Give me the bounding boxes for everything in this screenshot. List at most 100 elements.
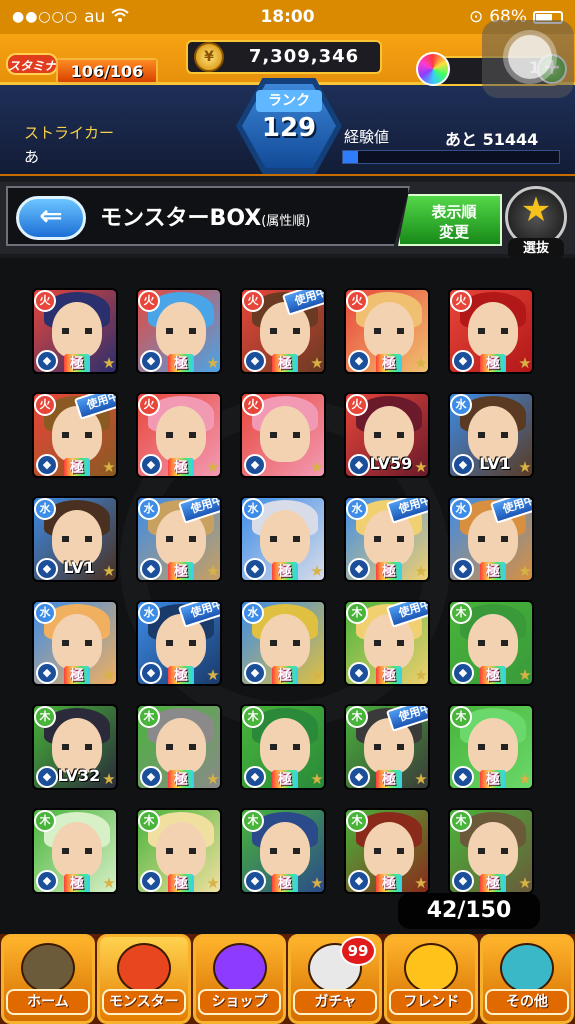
monster-card[interactable]: 木 ◆ ★ 極 [448,704,534,790]
monster-eyes [62,744,92,750]
level-label: LV1 [63,558,95,577]
monster-card[interactable]: 火 ◆ ★ 極 [136,288,222,374]
monster-card[interactable]: 火 ◆ ★ [240,392,326,478]
monster-card[interactable]: 木 ◆ ★ 極 [136,704,222,790]
star-icon: ★ [518,874,532,892]
monster-card[interactable]: 木 ◆ ★ 極 [32,808,118,894]
monster-card[interactable]: 水 ◆ ★ LV1 [448,392,534,478]
monster-card[interactable]: 火 ◆ ★ 極 [32,288,118,374]
star-icon: ★ [206,354,220,372]
monster-card[interactable]: 火 ◆ ★ 極 [136,392,222,478]
wood-element-icon: 木 [450,602,472,624]
monster-card[interactable]: 火 ◆ ★ 極 [344,288,430,374]
rank-label: ランク [256,90,322,112]
monster-card[interactable]: 水 ◆ ★ 極 [240,496,326,582]
kiwami-badge: 極 [168,354,194,372]
monster-card[interactable]: 水 ◆ ★ 極 [240,600,326,686]
star-icon: ★ [310,562,324,580]
nav-label: ショップ [197,989,282,1015]
monster-icon [116,943,171,993]
other-icon [500,943,555,993]
type-icon: ◆ [452,870,474,892]
fire-element-icon: 火 [346,394,368,416]
wood-element-icon: 木 [346,602,368,624]
star-icon: ★ [206,874,220,892]
star-icon: ★ [518,770,532,788]
monster-card[interactable]: 木 ◆ ★ 極 [448,808,534,894]
nav-item-1[interactable]: モンスター [96,934,191,1024]
monster-card[interactable]: 水 ◆ ★ 極 [32,600,118,686]
monster-eyes [62,432,92,438]
sort-hint: (属性順) [261,214,311,229]
kiwami-badge: 極 [64,874,90,892]
box-count: 42/150 [398,893,540,929]
kiwami-badge: 極 [168,874,194,892]
monster-eyes [374,640,404,646]
monster-card[interactable]: 火 ◆ ★ LV59 [344,392,430,478]
sort-order-button[interactable]: 表示順 変更 [398,194,502,246]
monster-card[interactable]: 木 ◆ ★ 極 [136,808,222,894]
assistive-touch-button[interactable] [482,20,574,98]
coin-icon: ¥ [194,42,224,72]
monster-card[interactable]: 火 ◆ ★ 極 [448,288,534,374]
kiwami-badge: 極 [64,666,90,684]
monster-card[interactable]: 木 ◆ ★ 極使用中 [344,600,430,686]
star-icon: ★ [206,562,220,580]
type-icon: ◆ [140,558,162,580]
kiwami-badge: 極 [480,874,506,892]
monster-eyes [478,848,508,854]
wood-element-icon: 木 [346,706,368,728]
star-icon: ★ [414,770,428,788]
clock: 18:00 [260,7,315,27]
type-icon: ◆ [140,870,162,892]
monster-eyes [166,848,196,854]
monster-card[interactable]: 木 ◆ ★ 極 [240,808,326,894]
monster-card[interactable]: 火 ◆ ★ 極使用中 [240,288,326,374]
monster-eyes [270,640,300,646]
type-icon: ◆ [348,870,370,892]
star-icon: ★ [102,874,116,892]
nav-label: フレンド [389,989,474,1015]
monster-card[interactable]: 木 ◆ ★ 極使用中 [344,704,430,790]
monster-card[interactable]: 木 ◆ ★ 極 [344,808,430,894]
star-icon: ★ [414,874,428,892]
monster-card[interactable]: 水 ◆ ★ 極使用中 [136,496,222,582]
monster-card[interactable]: 水 ◆ ★ 極使用中 [448,496,534,582]
nav-item-4[interactable]: フレンド [384,934,479,1024]
monster-card[interactable]: 木 ◆ ★ 極 [240,704,326,790]
nav-item-5[interactable]: その他 [480,934,574,1024]
monster-card[interactable]: 水 ◆ ★ LV1 [32,496,118,582]
type-icon: ◆ [452,350,474,372]
kiwami-badge: 極 [272,562,298,580]
fire-element-icon: 火 [138,394,160,416]
monster-card[interactable]: 木 ◆ ★ LV32 [32,704,118,790]
type-icon: ◆ [36,454,58,476]
kiwami-badge: 極 [168,770,194,788]
monster-eyes [62,848,92,854]
monster-card[interactable]: 木 ◆ ★ 極 [448,600,534,686]
monster-eyes [270,744,300,750]
monster-eyes [478,744,508,750]
page-title: モンスターBOX(属性順) [100,200,310,232]
type-icon: ◆ [140,662,162,684]
type-icon: ◆ [36,350,58,372]
nav-label: ガチャ [293,989,378,1015]
monster-card[interactable]: 火 ◆ ★ 極使用中 [32,392,118,478]
monster-eyes [374,328,404,334]
monster-eyes [374,848,404,854]
shop-orb-icon [212,943,267,993]
back-button[interactable]: ⇐ [16,196,86,240]
monster-card[interactable]: 水 ◆ ★ 極使用中 [136,600,222,686]
select-label[interactable]: 選抜 [508,238,564,260]
rotation-lock-icon: ⊙ [468,7,484,27]
kiwami-badge: 極 [272,666,298,684]
kiwami-badge: 極 [168,458,194,476]
water-element-icon: 水 [242,498,264,520]
friend-balloon-icon [404,943,459,993]
nav-item-2[interactable]: ショップ [192,934,287,1024]
monster-card[interactable]: 水 ◆ ★ 極使用中 [344,496,430,582]
star-icon: ★ [520,190,552,230]
kiwami-badge: 極 [376,562,402,580]
star-icon: ★ [310,770,324,788]
nav-item-0[interactable]: ホーム [1,934,95,1024]
